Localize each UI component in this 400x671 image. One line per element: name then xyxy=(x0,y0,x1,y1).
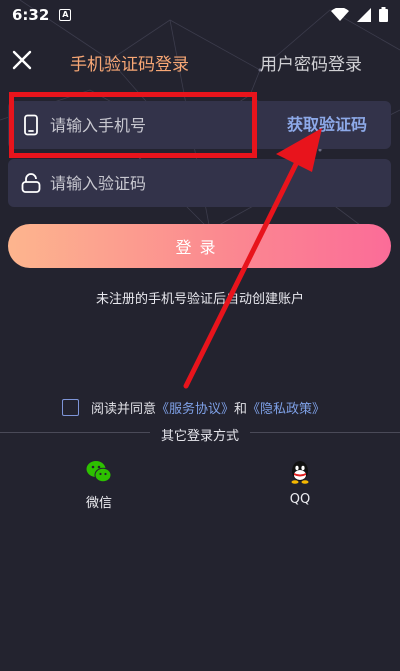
annotation-highlight-box xyxy=(9,92,257,158)
wechat-icon xyxy=(86,461,112,483)
signal-icon xyxy=(357,7,371,22)
agreement-row: 阅读并同意 《服务协议》 和 《隐私政策》 xyxy=(62,397,325,417)
qq-label: QQ xyxy=(289,492,311,507)
qq-login-button[interactable]: QQ xyxy=(270,458,330,507)
service-agreement-link[interactable]: 《服务协议》 xyxy=(156,398,234,417)
qq-icon xyxy=(291,461,309,484)
lock-icon xyxy=(21,173,41,193)
wechat-login-button[interactable]: 微信 xyxy=(69,458,129,511)
header: 手机验证码登录 用户密码登录 xyxy=(0,42,400,78)
status-bar: 6:32 A xyxy=(0,0,400,30)
code-input-row xyxy=(8,159,391,207)
wechat-label: 微信 xyxy=(85,496,112,511)
tab-password-login[interactable]: 用户密码登录 xyxy=(260,50,362,75)
status-time: 6:32 xyxy=(12,6,50,24)
agreement-checkbox[interactable] xyxy=(62,398,79,416)
other-login-title: 其它登录方式 xyxy=(160,429,239,444)
agreement-conjunction: 和 xyxy=(234,401,248,417)
login-button[interactable]: 登录 xyxy=(8,224,391,268)
auto-register-hint: 未注册的手机号验证后自动创建账户 xyxy=(95,292,304,307)
tab-sms-login[interactable]: 手机验证码登录 xyxy=(70,50,189,75)
wifi-icon xyxy=(331,7,349,21)
get-code-button[interactable]: 获取验证码 xyxy=(287,101,367,149)
notification-a-icon: A xyxy=(59,9,72,21)
close-icon[interactable] xyxy=(8,46,36,74)
battery-icon xyxy=(379,7,388,22)
agreement-prefix: 阅读并同意 xyxy=(91,401,157,417)
code-input[interactable] xyxy=(50,159,270,207)
privacy-policy-link[interactable]: 《隐私政策》 xyxy=(247,398,325,417)
